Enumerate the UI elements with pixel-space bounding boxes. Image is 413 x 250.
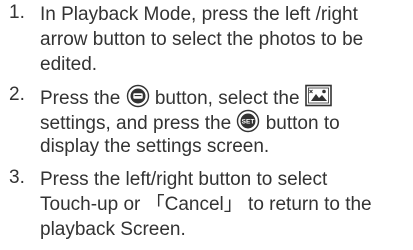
step-3-line-1: Press the left/right button to select xyxy=(40,169,328,190)
menu-button-icon xyxy=(126,84,150,108)
step-2-text: settings, and press the xyxy=(40,113,237,134)
step-1-line-1: In Playback Mode, press the left /right xyxy=(40,4,358,25)
step-2-line-3: display the settings screen. xyxy=(40,136,270,157)
step-number: 2. xyxy=(9,84,25,105)
step-2-line-1: Press the button, select the xyxy=(40,84,409,109)
step-1-line-3: edited. xyxy=(40,54,98,75)
step-number: 1. xyxy=(9,2,25,23)
touch-up-icon xyxy=(305,84,333,108)
step-1-line-2: arrow button to select the photos to be xyxy=(40,29,364,50)
step-2-text: button, select the xyxy=(149,88,305,109)
step-3-line-2: Touch-up or 「Cancel」 to return to the xyxy=(40,194,372,215)
set-label: SET xyxy=(242,119,255,126)
set-button-icon: SET xyxy=(236,109,260,133)
step-2-text: Press the xyxy=(40,88,126,109)
step-number: 3. xyxy=(9,167,25,188)
step-2-text: button to xyxy=(260,113,340,134)
step-3-line-3: playback Screen. xyxy=(40,219,186,240)
step-2-line-2: settings, and press the SET button to xyxy=(40,109,409,134)
